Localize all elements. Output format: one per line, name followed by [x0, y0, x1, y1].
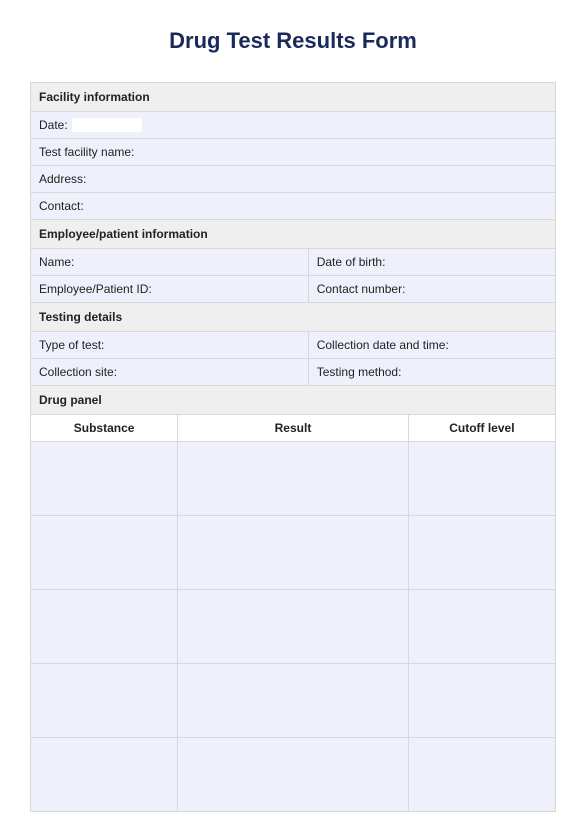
- col-result: Result: [178, 415, 409, 442]
- label-method: Testing method:: [317, 365, 402, 379]
- cell-type[interactable]: Type of test:: [31, 332, 309, 358]
- section-header-panel: Drug panel: [31, 386, 555, 415]
- panel-cell-substance[interactable]: [31, 738, 178, 812]
- panel-cell-cutoff[interactable]: [408, 738, 555, 812]
- drug-panel-table: Substance Result Cutoff level: [31, 415, 555, 812]
- col-cutoff: Cutoff level: [408, 415, 555, 442]
- cell-collectiondt[interactable]: Collection date and time:: [309, 332, 555, 358]
- panel-cell-result[interactable]: [178, 516, 409, 590]
- section-header-employee: Employee/patient information: [31, 220, 555, 249]
- cell-method[interactable]: Testing method:: [309, 359, 555, 385]
- panel-cell-result[interactable]: [178, 738, 409, 812]
- label-contact: Contact:: [39, 199, 84, 213]
- label-id: Employee/Patient ID:: [39, 282, 152, 296]
- col-substance: Substance: [31, 415, 178, 442]
- label-facility-name: Test facility name:: [39, 145, 134, 159]
- row-name-dob: Name: Date of birth:: [31, 249, 555, 276]
- row-facility-name: Test facility name:: [31, 139, 555, 166]
- panel-cell-result[interactable]: [178, 442, 409, 516]
- panel-cell-cutoff[interactable]: [408, 516, 555, 590]
- cell-date[interactable]: Date:: [31, 112, 555, 138]
- cell-facility-name[interactable]: Test facility name:: [31, 139, 555, 165]
- form-block: Facility information Date: Test facility…: [30, 82, 556, 812]
- label-address: Address:: [39, 172, 86, 186]
- cell-contact[interactable]: Contact:: [31, 193, 555, 219]
- panel-row: [31, 738, 555, 812]
- cell-site[interactable]: Collection site:: [31, 359, 309, 385]
- label-contactnum: Contact number:: [317, 282, 406, 296]
- label-collectiondt: Collection date and time:: [317, 338, 449, 352]
- row-id-contactnum: Employee/Patient ID: Contact number:: [31, 276, 555, 303]
- cell-dob[interactable]: Date of birth:: [309, 249, 555, 275]
- panel-cell-cutoff[interactable]: [408, 590, 555, 664]
- page-title: Drug Test Results Form: [30, 28, 556, 54]
- section-header-testing: Testing details: [31, 303, 555, 332]
- row-date: Date:: [31, 112, 555, 139]
- row-contact: Contact:: [31, 193, 555, 220]
- panel-row: [31, 442, 555, 516]
- label-name: Name:: [39, 255, 74, 269]
- cell-contactnum[interactable]: Contact number:: [309, 276, 555, 302]
- date-input[interactable]: [72, 118, 142, 132]
- panel-header-row: Substance Result Cutoff level: [31, 415, 555, 442]
- panel-row: [31, 516, 555, 590]
- row-address: Address:: [31, 166, 555, 193]
- label-dob: Date of birth:: [317, 255, 386, 269]
- form-page: Drug Test Results Form Facility informat…: [0, 0, 586, 812]
- cell-name[interactable]: Name:: [31, 249, 309, 275]
- row-type-collectiondt: Type of test: Collection date and time:: [31, 332, 555, 359]
- panel-cell-substance[interactable]: [31, 664, 178, 738]
- panel-cell-substance[interactable]: [31, 516, 178, 590]
- section-header-facility: Facility information: [31, 83, 555, 112]
- panel-row: [31, 664, 555, 738]
- cell-address[interactable]: Address:: [31, 166, 555, 192]
- panel-cell-result[interactable]: [178, 590, 409, 664]
- panel-cell-cutoff[interactable]: [408, 442, 555, 516]
- label-site: Collection site:: [39, 365, 117, 379]
- panel-cell-cutoff[interactable]: [408, 664, 555, 738]
- panel-cell-substance[interactable]: [31, 590, 178, 664]
- panel-cell-substance[interactable]: [31, 442, 178, 516]
- label-type: Type of test:: [39, 338, 104, 352]
- panel-cell-result[interactable]: [178, 664, 409, 738]
- cell-id[interactable]: Employee/Patient ID:: [31, 276, 309, 302]
- panel-row: [31, 590, 555, 664]
- row-site-method: Collection site: Testing method:: [31, 359, 555, 386]
- label-date: Date:: [39, 118, 68, 132]
